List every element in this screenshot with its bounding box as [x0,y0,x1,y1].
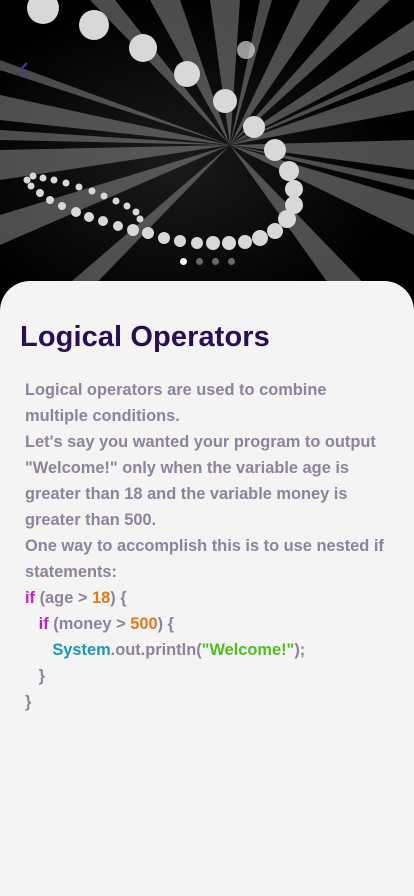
code-text: (age > [35,589,92,607]
lesson-body: Logical operators are used to combine mu… [25,377,385,715]
chevron-left-icon[interactable] [14,58,34,82]
code-line: if (age > 18) { [25,585,385,611]
lesson-content-sheet: Logical Operators Logical operators are … [0,281,414,896]
code-line: } [25,663,385,689]
lesson-title: Logical Operators [20,321,270,353]
page-dot-3[interactable] [211,258,219,265]
lesson-paragraph: Let's say you wanted your program to out… [25,433,376,529]
code-number: 18 [91,589,111,607]
code-line: System.out.println("Welcome!"); [25,637,385,663]
lesson-paragraph: One way to accomplish this is to use nes… [25,537,384,581]
code-text: } [38,667,46,685]
carousel-page-indicator [0,258,414,265]
code-string: "Welcome!" [201,641,295,659]
code-keyword: if [25,589,36,607]
code-line: } [25,689,385,715]
code-text: } [25,693,32,711]
page-dot-2[interactable] [195,258,203,265]
code-class-name: System [52,641,111,659]
page-dot-1[interactable] [179,258,187,265]
code-keyword: if [38,615,49,633]
code-text: (money > [48,615,131,633]
code-text: ) { [110,589,127,607]
abstract-buildings-spiral-image [0,0,414,300]
lesson-paragraph: Logical operators are used to combine mu… [25,381,327,425]
page-dot-4[interactable] [227,258,235,265]
code-line: if (money > 500) { [25,611,385,637]
code-text: .out.println( [110,641,202,659]
code-text: ) { [157,615,174,633]
lesson-hero-image [0,0,414,300]
code-number: 500 [130,615,158,633]
code-snippet: if (age > 18) { if (money > 500) { Syste… [25,585,385,715]
code-text: ); [294,641,306,659]
